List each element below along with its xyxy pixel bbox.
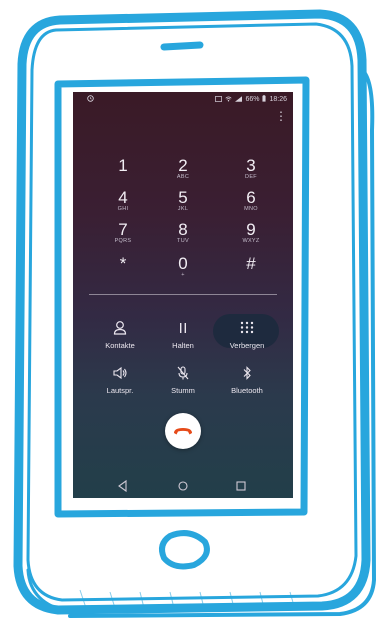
key-6[interactable]: 6 MNO — [221, 189, 281, 213]
battery-percent: 66% — [245, 96, 260, 103]
key-hash[interactable]: # — [221, 255, 281, 272]
key-7[interactable]: 7 PQRS — [93, 221, 153, 245]
speaker-icon — [88, 365, 152, 383]
alarm-icon — [87, 95, 94, 104]
recent-apps-icon[interactable] — [231, 477, 251, 495]
key-9[interactable]: 9 WXYZ — [221, 221, 281, 245]
keypad-grid-icon — [215, 320, 279, 338]
contacts-button[interactable]: Kontakte — [88, 320, 152, 350]
speaker-button[interactable]: Lautspr. — [88, 365, 152, 395]
key-8[interactable]: 8 TUV — [153, 221, 213, 245]
key-3[interactable]: 3 DEF — [221, 157, 281, 181]
keypad-divider — [89, 294, 277, 295]
key-star[interactable]: * — [93, 255, 153, 272]
home-icon[interactable] — [173, 477, 193, 495]
nfc-icon — [215, 95, 223, 104]
person-icon — [88, 320, 152, 338]
pause-icon — [151, 320, 215, 338]
mute-button[interactable]: Stumm — [151, 365, 215, 395]
bluetooth-button[interactable]: Bluetooth — [215, 365, 279, 395]
more-options-icon[interactable]: ⋮ — [275, 109, 287, 123]
key-4[interactable]: 4 GHI — [93, 189, 153, 213]
navigation-bar — [73, 477, 293, 495]
end-call-button[interactable] — [165, 413, 201, 449]
signal-icon — [235, 95, 243, 104]
status-bar: 66% 18:26 — [73, 92, 293, 108]
mic-off-icon — [151, 365, 215, 383]
back-icon[interactable] — [113, 477, 133, 495]
hold-button[interactable]: Halten — [151, 320, 215, 350]
bluetooth-icon — [215, 365, 279, 383]
hide-keypad-button[interactable]: Verbergen — [213, 314, 279, 350]
wifi-icon — [225, 96, 233, 104]
battery-icon — [262, 95, 267, 104]
key-0[interactable]: 0 + — [153, 255, 213, 279]
phone-screen: 66% 18:26 ⋮ 1 2 ABC 3 DEF 4 GHI 5 JKL 6 MNO 7… — [73, 92, 293, 498]
key-5[interactable]: 5 JKL — [153, 189, 213, 213]
key-2[interactable]: 2 ABC — [153, 157, 213, 181]
hang-up-icon — [165, 428, 201, 453]
key-1[interactable]: 1 — [93, 157, 153, 174]
clock-time: 18:26 — [269, 96, 287, 103]
